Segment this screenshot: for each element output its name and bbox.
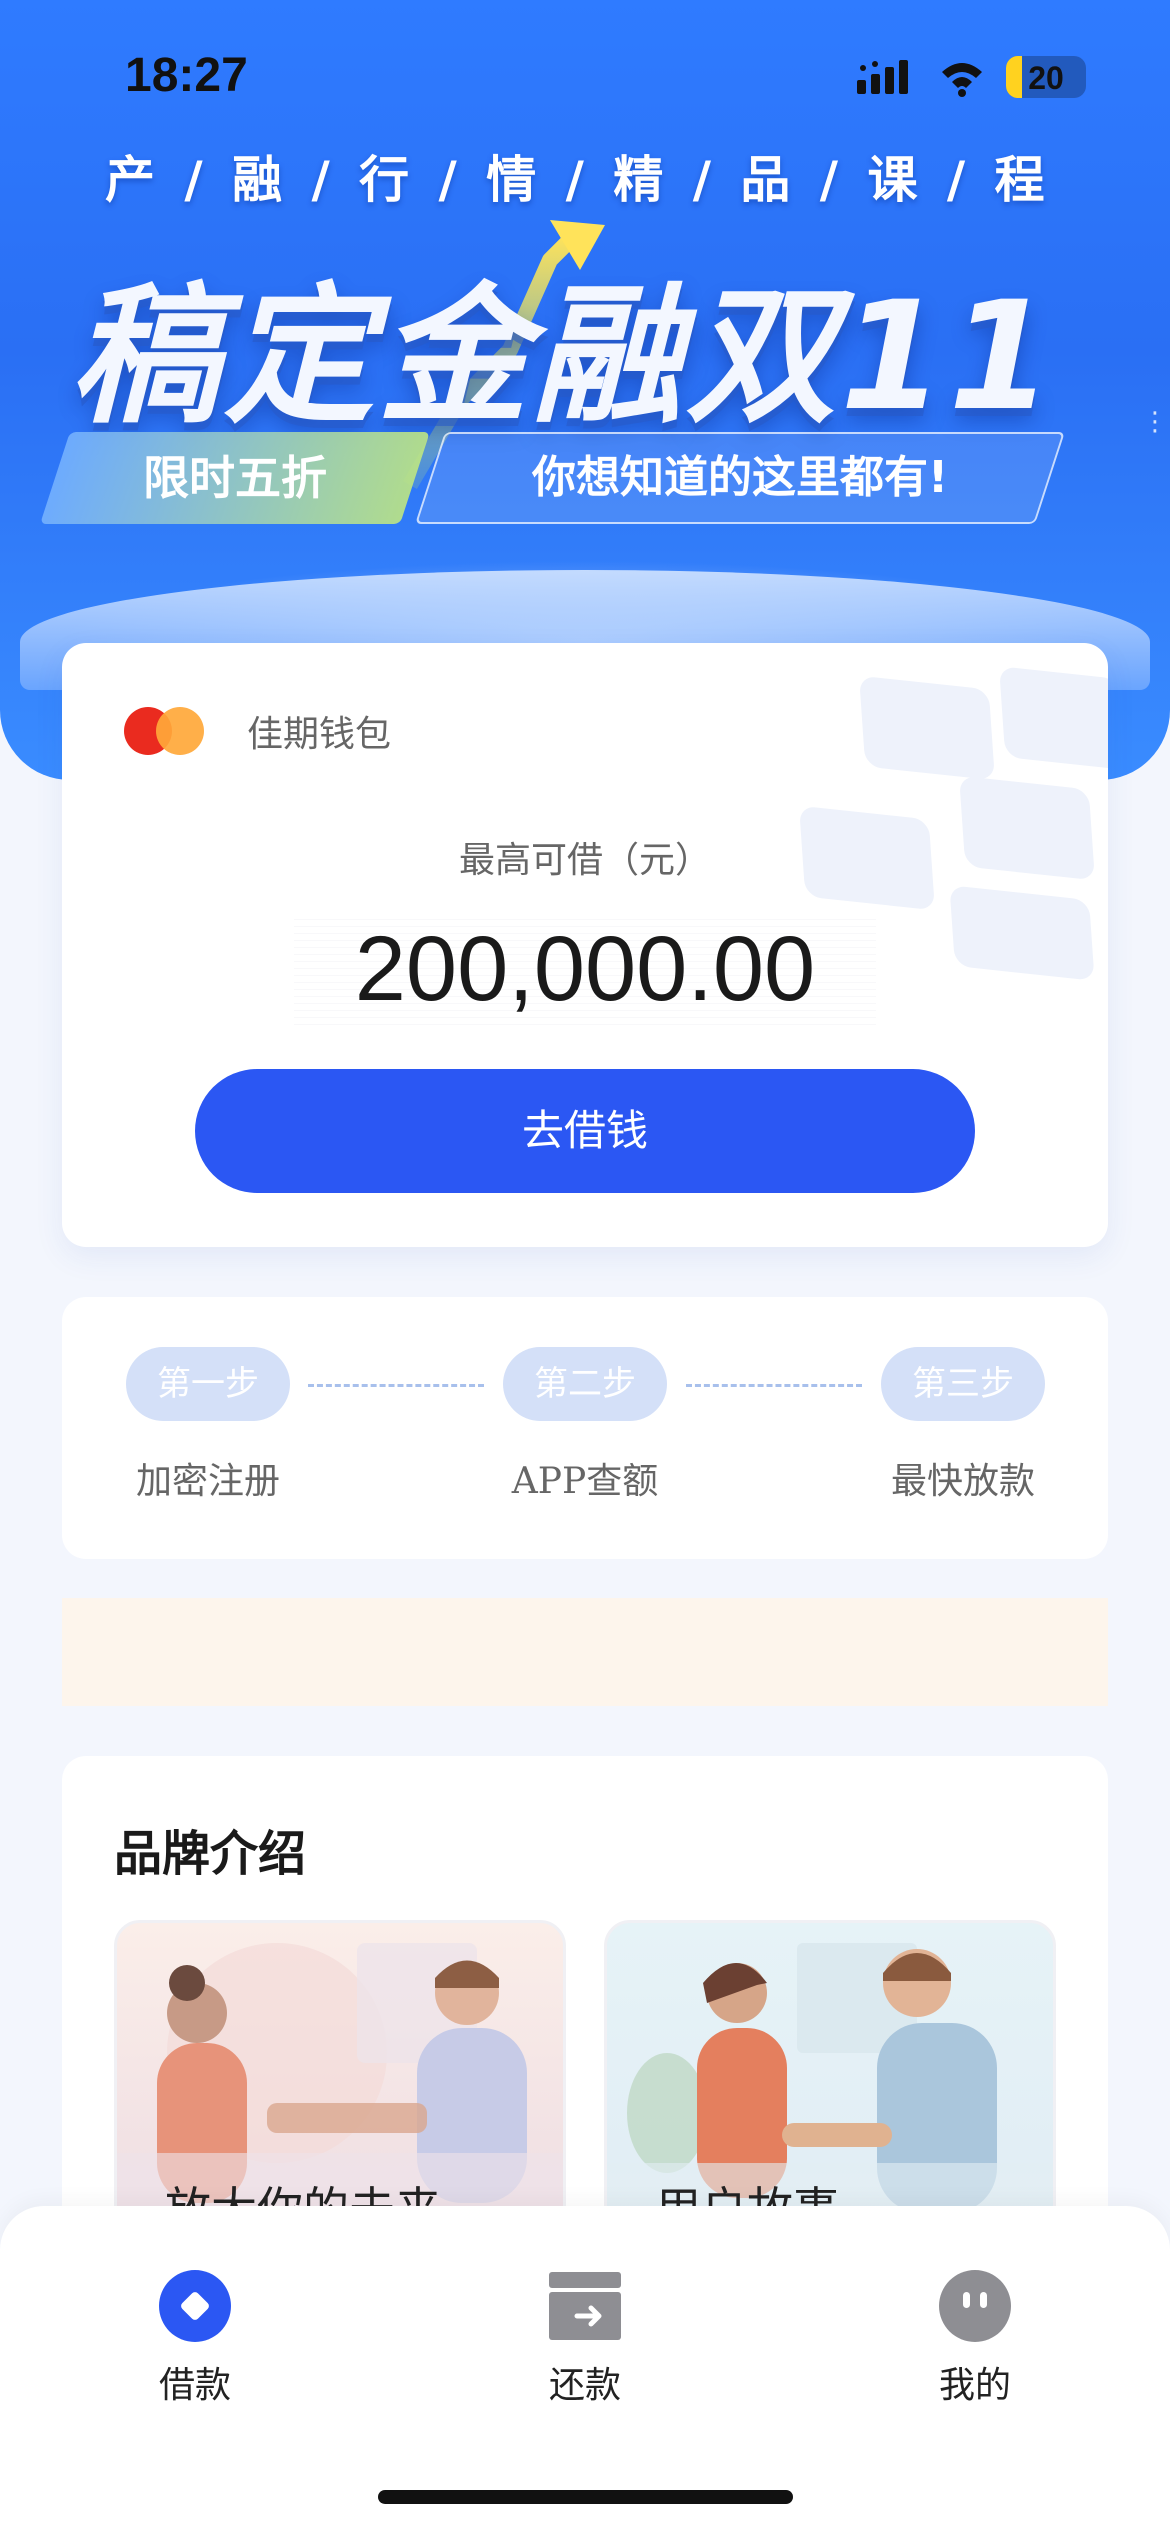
limit-amount: 200,000.00 (294, 913, 876, 1025)
limit-label: 最高可借（元） (458, 840, 711, 881)
profile-icon (939, 2270, 1011, 2342)
tab-borrow-label: 借款 (158, 2365, 231, 2406)
step-3-pill: 第三步 (881, 1347, 1045, 1421)
status-bar: 18:27 20 (0, 0, 1170, 150)
borrow-button[interactable]: 去借钱 (195, 1069, 975, 1193)
tab-repay-label: 还款 (548, 2365, 621, 2406)
battery-indicator: 20 (1006, 56, 1086, 98)
step-2-pill: 第二步 (503, 1347, 667, 1421)
step-1-pill: 第一步 (126, 1347, 290, 1421)
promo-badge-text: 限时五折 (143, 451, 327, 505)
tab-borrow[interactable]: 借款 (95, 2236, 295, 2406)
brand-title: 品牌介绍 (114, 1826, 307, 1882)
step-3-label: 最快放款 (890, 1461, 1035, 1502)
step-connector (308, 1384, 484, 1387)
step-2-label: APP查额 (511, 1461, 659, 1502)
step-1-label: 加密注册 (135, 1461, 280, 1502)
loan-card: 佳期钱包 最高可借（元） 200,000.00 去借钱 (62, 643, 1108, 1247)
repay-icon (549, 2272, 621, 2340)
steps-card: 第一步 第二步 第三步 加密注册 APP查额 最快放款 (62, 1297, 1108, 1559)
cellular-signal-icon (857, 60, 908, 94)
tab-repay[interactable]: 还款 (485, 2236, 685, 2406)
drag-handle-icon[interactable]: ⋮⋮ (1142, 402, 1170, 442)
banner-tagline: 你想知道的这里都有! (531, 452, 949, 503)
step-connector (686, 1384, 862, 1387)
promo-badge: 限时五折 (40, 432, 430, 524)
wallet-logo-icon (124, 705, 210, 757)
borrow-icon (159, 2270, 231, 2342)
banner-tagline-box: 你想知道的这里都有! (415, 432, 1065, 524)
wifi-icon (942, 63, 982, 97)
tab-profile[interactable]: 我的 (875, 2236, 1075, 2406)
battery-level: 20 (1028, 60, 1064, 96)
home-indicator[interactable] (378, 2490, 793, 2504)
tab-bar: 借款 还款 我的 (0, 2206, 1170, 2532)
card-decoration (999, 666, 1108, 770)
tab-profile-label: 我的 (938, 2365, 1011, 2406)
status-time: 18:27 (125, 49, 248, 102)
banner-title: 稿定金融双11 (70, 270, 1057, 444)
wallet-name: 佳期钱包 (247, 714, 392, 755)
card-decoration (949, 885, 1095, 981)
card-decoration (859, 675, 995, 781)
notice-strip[interactable] (62, 1598, 1108, 1706)
